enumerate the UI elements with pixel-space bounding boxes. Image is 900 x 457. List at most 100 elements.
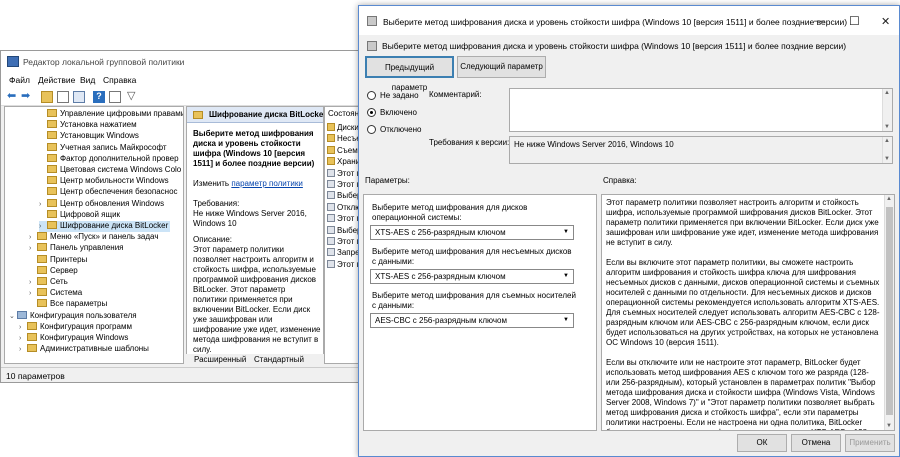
properties-icon[interactable]: [109, 91, 121, 103]
tree-item[interactable]: Управление цифровыми правами: [39, 109, 183, 120]
help-scrollbar[interactable]: ▲ ▼: [884, 195, 894, 430]
tree-item[interactable]: Цифровой ящик: [39, 209, 120, 221]
gpedit-titlebar[interactable]: Редактор локальной групповой политики: [1, 51, 361, 73]
tree-item[interactable]: Сервер: [29, 265, 78, 277]
scroll-down-icon[interactable]: ▼: [884, 124, 890, 130]
scroll-up-icon[interactable]: ▲: [884, 138, 890, 144]
list-item[interactable]: Этот па: [327, 180, 361, 191]
list-item[interactable]: Выбер: [327, 191, 361, 202]
tree-item[interactable]: Центр мобильности Windows: [39, 176, 169, 187]
list-item[interactable]: Съемн: [327, 145, 361, 157]
tree-item[interactable]: › Панель управления: [29, 243, 124, 254]
chevron-right-icon[interactable]: ›: [19, 346, 27, 353]
chevron-right-icon[interactable]: ›: [29, 234, 37, 241]
list-item[interactable]: Выбер: [327, 225, 361, 237]
list-item[interactable]: Запрет: [327, 248, 361, 259]
gpedit-window: Редактор локальной групповой политики Фа…: [0, 50, 362, 383]
tree-item[interactable]: › Сеть: [29, 277, 68, 288]
comment-scrollbar[interactable]: ▲ ▼: [882, 89, 892, 131]
tree-item[interactable]: Установка нажатием: [39, 120, 137, 131]
show-hide-tree-icon[interactable]: [57, 91, 69, 103]
chevron-right-icon[interactable]: ›: [29, 279, 37, 286]
tree-item[interactable]: Цветовая система Windows Colo: [39, 165, 181, 176]
edit-policy-link[interactable]: параметр политики: [231, 179, 303, 188]
tree-item[interactable]: › Конфигурация Windows: [19, 333, 128, 344]
scroll-up-icon[interactable]: ▲: [884, 90, 890, 96]
maximize-icon[interactable]: ☐: [849, 14, 860, 28]
help-label: Справка:: [603, 176, 637, 185]
radio-enabled[interactable]: Включено: [367, 108, 417, 117]
chevron-down-icon[interactable]: ⌄: [9, 312, 17, 320]
tree-item[interactable]: › Система: [29, 288, 82, 299]
previous-setting-button[interactable]: Предыдущий параметр: [365, 56, 454, 92]
list-item[interactable]: Отклю: [327, 202, 361, 214]
radio-disabled[interactable]: Отключено: [367, 125, 421, 134]
up-folder-icon[interactable]: [41, 91, 53, 103]
scroll-up-icon[interactable]: ▲: [886, 196, 892, 202]
menu-help[interactable]: Справка: [103, 75, 136, 85]
list-column-header[interactable]: Состояни: [328, 109, 361, 120]
cancel-button[interactable]: Отмена: [791, 434, 841, 452]
supported-scrollbar[interactable]: ▲ ▼: [882, 137, 892, 163]
tree-item[interactable]: Все параметры: [29, 299, 107, 310]
menu-view[interactable]: Вид: [80, 75, 95, 85]
menu-file[interactable]: Файл: [9, 75, 30, 85]
chevron-right-icon[interactable]: ›: [19, 324, 27, 331]
close-icon[interactable]: ✕: [881, 15, 890, 28]
list-item[interactable]: Этот па: [327, 168, 361, 180]
scroll-thumb[interactable]: [886, 207, 893, 415]
folder-icon: [47, 109, 57, 117]
chevron-right-icon[interactable]: ›: [19, 335, 27, 342]
tree-item[interactable]: Учетная запись Майкрософт: [39, 142, 167, 154]
tree-item[interactable]: › Конфигурация программ: [19, 321, 132, 333]
chevron-right-icon[interactable]: ›: [29, 290, 37, 297]
tree-item[interactable]: Принтеры: [29, 254, 87, 266]
list-item[interactable]: Храни: [327, 157, 360, 168]
option-fixed-drive-select[interactable]: XTS-AES с 256-разрядным ключом ▼: [370, 269, 574, 284]
export-list-icon[interactable]: [73, 91, 85, 103]
comment-textarea[interactable]: ▲ ▼: [509, 88, 893, 132]
supported-on-field: Не ниже Windows Server 2016, Windows 10 …: [509, 136, 893, 164]
settings-list: Состояни ДискиНесъемСъемнХраниЭтот паЭто…: [324, 106, 362, 364]
back-arrow-icon[interactable]: ⬅: [7, 91, 19, 103]
chevron-down-icon: ▼: [563, 317, 569, 323]
forward-arrow-icon[interactable]: ➡: [21, 91, 33, 103]
tree-item[interactable]: Центр обеспечения безопаснос: [39, 187, 178, 198]
scroll-down-icon[interactable]: ▼: [884, 156, 890, 162]
tree-item[interactable]: › Меню «Пуск» и панель задач: [29, 232, 158, 243]
folder-icon: [37, 254, 47, 263]
tree-item[interactable]: Установщик Windows: [39, 131, 139, 142]
tree-item[interactable]: › Центр обновления Windows: [39, 198, 164, 210]
list-item[interactable]: Этот па: [327, 237, 361, 248]
ok-button[interactable]: ОК: [737, 434, 787, 452]
tree-item[interactable]: ⌄ Конфигурация пользователя: [9, 310, 137, 322]
next-setting-button[interactable]: Следующий параметр: [457, 56, 546, 78]
chevron-right-icon[interactable]: ›: [39, 223, 47, 230]
tab-extended[interactable]: Расширенный: [194, 355, 246, 364]
apply-button[interactable]: Применить: [845, 434, 895, 452]
list-item[interactable]: Несъем: [327, 134, 361, 145]
list-item[interactable]: Диски: [327, 123, 359, 134]
list-item[interactable]: Этот па: [327, 259, 361, 271]
tree-item[interactable]: Фактор дополнительной провер: [39, 153, 179, 165]
tree-item[interactable]: › Административные шаблоны: [19, 344, 149, 355]
tab-standard[interactable]: Стандартный: [254, 355, 304, 364]
minimize-icon[interactable]: —: [814, 15, 825, 27]
option-removable-drive-select[interactable]: AES-CBC с 256-разрядным ключом ▼: [370, 313, 574, 328]
scroll-down-icon[interactable]: ▼: [886, 423, 892, 429]
filter-icon[interactable]: ▽: [127, 91, 139, 103]
policy-setting-icon: [327, 237, 335, 245]
tree-item[interactable]: › Шифрование диска BitLocker: [39, 221, 171, 232]
chevron-right-icon[interactable]: ›: [39, 201, 47, 208]
folder-icon: [47, 221, 57, 229]
radio-disabled-indicator: [367, 125, 376, 134]
dialog-titlebar[interactable]: Выберите метод шифрования диска и уровен…: [359, 6, 899, 35]
folder-icon: [27, 344, 37, 353]
radio-not-configured[interactable]: Не задано: [367, 91, 419, 100]
option-os-drive-select[interactable]: XTS-AES с 256-разрядным ключом ▼: [370, 225, 574, 240]
list-item[interactable]: Этот па: [327, 214, 361, 225]
chevron-right-icon[interactable]: ›: [29, 245, 37, 252]
menu-action[interactable]: Действие: [38, 75, 75, 85]
folder-icon: [47, 165, 57, 173]
help-icon[interactable]: ?: [93, 91, 105, 103]
